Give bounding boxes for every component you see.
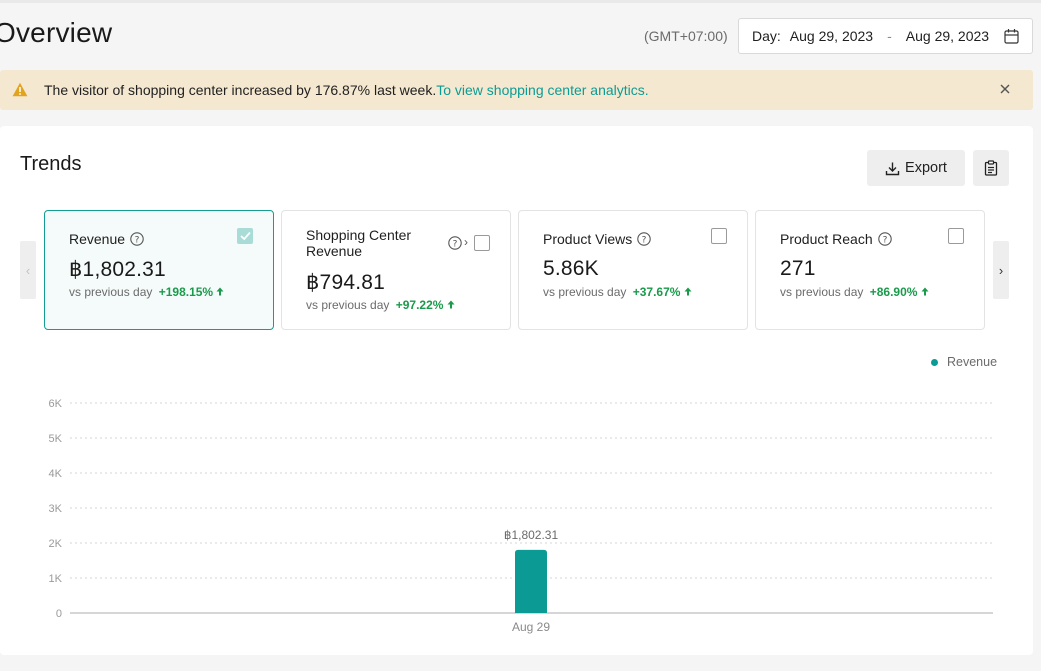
metric-change: +86.90%	[869, 285, 918, 299]
metric-card-product-views[interactable]: Product Views ? 5.86K vs previous day +3…	[518, 210, 748, 330]
metric-value: 5.86K	[543, 257, 599, 280]
metric-compare: vs previous day +37.67%	[543, 285, 692, 299]
metric-checkbox[interactable]	[711, 228, 727, 244]
x-tick-label: Aug 29	[512, 620, 550, 634]
carousel-next-button[interactable]: ›	[993, 241, 1009, 299]
y-tick-label: 1K	[49, 573, 63, 585]
metric-value: ฿1,802.31	[69, 258, 166, 281]
metric-title-text: Revenue	[69, 231, 126, 247]
data-label: ฿1,802.31	[504, 528, 559, 542]
arrow-up-icon	[447, 300, 455, 309]
date-start[interactable]: Aug 29, 2023	[790, 28, 873, 44]
bar[interactable]	[515, 549, 547, 613]
trends-panel: Trends Export ‹ › Revenue ? ฿1,802.31 vs…	[0, 126, 1033, 655]
metric-compare: vs previous day +86.90%	[780, 285, 929, 299]
notice-message: The visitor of shopping center increased…	[44, 82, 649, 98]
compare-label: vs previous day	[780, 285, 864, 299]
metric-title-text: Product Views	[543, 231, 633, 247]
report-button[interactable]	[973, 150, 1009, 186]
carousel-prev-button[interactable]: ‹	[20, 241, 36, 299]
arrow-up-icon	[216, 287, 224, 296]
shopping-center-analytics-link[interactable]: To view shopping center analytics.	[436, 82, 648, 98]
help-icon[interactable]: ?	[448, 236, 462, 250]
metric-change: +97.22%	[395, 298, 444, 312]
metric-change: +37.67%	[632, 285, 681, 299]
metric-change: +198.15%	[158, 285, 214, 299]
date-separator: -	[887, 28, 892, 44]
y-tick-label: 2K	[49, 538, 63, 550]
chevron-right-icon: ›	[998, 262, 1004, 278]
metric-value: ฿794.81	[306, 271, 385, 294]
top-divider	[0, 0, 1041, 3]
chevron-left-icon: ‹	[25, 262, 31, 278]
notice-text: The visitor of shopping center increased…	[44, 82, 437, 98]
arrow-up-icon	[684, 287, 692, 296]
date-end[interactable]: Aug 29, 2023	[906, 28, 989, 44]
check-icon	[240, 231, 251, 241]
clipboard-icon	[984, 160, 998, 176]
export-label: Export	[905, 160, 947, 176]
metric-value: 271	[780, 257, 816, 280]
chart-legend[interactable]: Revenue	[931, 355, 997, 369]
metric-title: Product Reach ?	[780, 231, 892, 247]
compare-label: vs previous day	[306, 298, 390, 312]
compare-label: vs previous day	[69, 285, 153, 299]
revenue-bar-chart: 0 1K 2K 3K 4K 5K 6K ฿1,802.31 Aug 29	[49, 398, 993, 634]
export-button[interactable]: Export	[867, 150, 965, 186]
close-icon[interactable]	[999, 83, 1011, 95]
legend-label: Revenue	[947, 355, 998, 369]
date-range-picker[interactable]: Day: Aug 29, 2023 - Aug 29, 2023	[738, 18, 1033, 54]
timezone-label: (GMT+07:00)	[644, 28, 728, 44]
metric-title: Revenue ?	[69, 231, 144, 247]
metric-compare: vs previous day +198.15%	[69, 285, 224, 299]
y-tick-label: 6K	[49, 398, 63, 410]
metric-title: Shopping Center Revenue	[306, 227, 412, 259]
metric-checkbox[interactable]	[948, 228, 964, 244]
help-icon[interactable]: ?	[637, 232, 651, 246]
metric-checkbox[interactable]	[474, 235, 490, 251]
trends-title: Trends	[20, 153, 82, 175]
metric-card-product-reach[interactable]: Product Reach ? 271 vs previous day +86.…	[755, 210, 985, 330]
metric-checkbox[interactable]	[237, 228, 253, 244]
compare-label: vs previous day	[543, 285, 627, 299]
metric-title: Product Views ?	[543, 231, 651, 247]
svg-text:?: ?	[453, 239, 458, 249]
metric-compare: vs previous day +97.22%	[306, 298, 455, 312]
legend-dot	[931, 358, 938, 366]
notice-banner: The visitor of shopping center increased…	[0, 70, 1033, 110]
warning-icon	[12, 82, 28, 97]
y-tick-label: 3K	[49, 503, 63, 515]
y-tick-label: 4K	[49, 468, 63, 480]
metric-card-revenue[interactable]: Revenue ? ฿1,802.31 vs previous day +198…	[44, 210, 274, 330]
svg-text:?: ?	[642, 235, 647, 245]
calendar-icon[interactable]	[1004, 28, 1019, 44]
download-icon	[885, 162, 900, 175]
help-icon[interactable]: ?	[130, 232, 144, 246]
svg-text:?: ?	[882, 235, 887, 245]
arrow-up-icon	[921, 287, 929, 296]
svg-text:?: ?	[135, 235, 140, 245]
metric-card-shopping-center-revenue[interactable]: Shopping Center Revenue ? › ฿794.81 vs p…	[281, 210, 511, 330]
date-range-label: Day:	[752, 28, 781, 44]
chevron-right-icon[interactable]: ›	[464, 235, 468, 249]
metric-title-text: Product Reach	[780, 231, 873, 247]
y-tick-label: 0	[56, 608, 62, 620]
y-tick-label: 5K	[49, 433, 63, 445]
help-icon[interactable]: ?	[877, 232, 892, 246]
page-title: Overview	[0, 17, 113, 48]
